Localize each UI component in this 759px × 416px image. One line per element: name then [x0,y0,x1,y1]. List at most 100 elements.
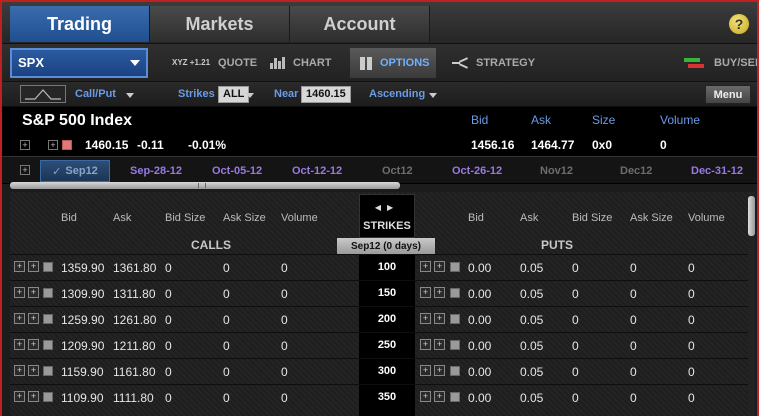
add-icon[interactable]: + [434,261,445,272]
trade-icon[interactable]: + [420,287,431,298]
options-button[interactable]: OPTIONS [350,48,436,78]
sort-dropdown-icon[interactable] [429,93,437,98]
expand-all-icon[interactable]: + [20,165,30,175]
put-ask[interactable]: 0.05 [520,391,543,405]
buy-sell-button[interactable]: BUY/SELL [672,48,757,78]
expiration-tab-active[interactable]: ✓ Sep12 [40,160,110,182]
trade-icon[interactable]: + [14,365,25,376]
add-icon[interactable]: + [48,140,58,150]
trade-icon[interactable]: + [420,261,431,272]
table-row[interactable]: + +1209.90 1211.80 0 0 0 250 + +0.00 0.05 0 0 0 [10,332,752,358]
select-checkbox[interactable] [450,366,460,376]
select-checkbox[interactable] [450,314,460,324]
put-ask[interactable]: 0.05 [520,313,543,327]
call-bid[interactable]: 1159.90 [61,365,104,379]
call-ask-size-header[interactable]: Ask Size [223,212,266,224]
put-bid[interactable]: 0.00 [468,339,491,353]
strikes-select[interactable]: ALL [218,86,250,103]
sort-order-select[interactable]: Ascending [369,88,425,100]
call-put-dropdown-icon[interactable] [126,93,134,98]
select-checkbox[interactable] [450,340,460,350]
put-ask-header[interactable]: Ask [520,212,538,224]
call-bid[interactable]: 1109.90 [61,391,104,405]
horizontal-scrollbar[interactable] [10,182,400,189]
table-row[interactable]: + +1259.90 1261.80 0 0 0 200 + +0.00 0.05 0 0 0 [10,306,752,332]
call-put-filter[interactable]: Call/Put [75,88,116,100]
trade-icon[interactable]: + [14,391,25,402]
add-icon[interactable]: + [28,365,39,376]
add-icon[interactable]: + [434,365,445,376]
call-bid-header[interactable]: Bid [61,212,77,224]
put-bid-size-header[interactable]: Bid Size [572,212,612,224]
table-row[interactable]: + +1359.90 1361.80 0 0 0 100 + +0.00 0.05 0 0 0 [10,254,752,280]
vertical-scrollbar[interactable] [748,192,755,416]
add-icon[interactable]: + [28,261,39,272]
strategy-button[interactable]: STRATEGY [442,48,545,78]
call-ask[interactable]: 1261.80 [113,313,156,327]
put-bid[interactable]: 0.00 [468,287,491,301]
trade-icon[interactable]: + [14,261,25,272]
near-input[interactable]: 1460.15 [301,86,351,103]
select-checkbox[interactable] [43,340,53,350]
put-volume-header[interactable]: Volume [688,212,725,224]
tab-trading[interactable]: Trading [10,6,150,42]
add-icon[interactable]: + [434,339,445,350]
select-checkbox[interactable] [43,314,53,324]
call-ask-header[interactable]: Ask [113,212,131,224]
payoff-graph-icon[interactable] [20,85,66,103]
put-ask[interactable]: 0.05 [520,287,543,301]
scroll-arrows-icon[interactable]: ◀▶ [375,203,399,212]
trade-icon[interactable]: + [420,339,431,350]
call-ask[interactable]: 1161.80 [113,365,156,379]
put-ask[interactable]: 0.05 [520,261,543,275]
symbol-selector[interactable]: SPX [10,48,148,78]
expiration-tab[interactable]: Sep-28-12 [130,165,182,177]
expiration-tab[interactable]: Dec-31-12 [691,165,743,177]
color-swatch-icon[interactable] [62,140,72,150]
put-ask-size-header[interactable]: Ask Size [630,212,673,224]
call-bid[interactable]: 1309.90 [61,287,104,301]
call-bid-size-header[interactable]: Bid Size [165,212,205,224]
trade-icon[interactable]: + [14,339,25,350]
put-bid[interactable]: 0.00 [468,261,491,275]
put-ask[interactable]: 0.05 [520,365,543,379]
trade-icon[interactable]: + [420,391,431,402]
trade-icon[interactable]: + [14,287,25,298]
put-bid[interactable]: 0.00 [468,313,491,327]
call-bid[interactable]: 1359.90 [61,261,104,275]
chart-button[interactable]: CHART [260,48,342,78]
select-checkbox[interactable] [43,262,53,272]
tab-markets[interactable]: Markets [150,6,290,42]
put-bid[interactable]: 0.00 [468,391,491,405]
expiration-tab[interactable]: Dec12 [620,165,652,177]
expiration-tab[interactable]: Nov12 [540,165,573,177]
expiration-tab[interactable]: Oct-12-12 [292,165,342,177]
table-row[interactable]: + +1159.90 1161.80 0 0 0 300 + +0.00 0.05 0 0 0 [10,358,752,384]
call-ask[interactable]: 1361.80 [113,261,156,275]
select-checkbox[interactable] [43,366,53,376]
add-icon[interactable]: + [434,391,445,402]
table-row[interactable]: + +1109.90 1111.80 0 0 0 350 + +0.00 0.05 0 0 0 [10,384,752,410]
select-checkbox[interactable] [450,288,460,298]
add-icon[interactable]: + [28,287,39,298]
select-checkbox[interactable] [43,288,53,298]
call-bid[interactable]: 1259.90 [61,313,104,327]
quote-button[interactable]: XYZ +1.21 QUOTE [162,48,267,78]
select-checkbox[interactable] [450,392,460,402]
put-bid-header[interactable]: Bid [468,212,484,224]
put-ask[interactable]: 0.05 [520,339,543,353]
trade-icon[interactable]: + [14,313,25,324]
strikes-dropdown-icon[interactable] [246,93,254,98]
add-icon[interactable]: + [434,313,445,324]
call-ask[interactable]: 1211.80 [113,339,156,353]
call-volume-header[interactable]: Volume [281,212,318,224]
expiration-tab[interactable]: Oct-05-12 [212,165,262,177]
help-icon[interactable]: ? [729,14,749,34]
add-icon[interactable]: + [28,339,39,350]
expiration-tab[interactable]: Oct12 [382,165,413,177]
call-ask[interactable]: 1111.80 [113,391,154,405]
expiration-tab[interactable]: Oct-26-12 [452,165,502,177]
select-checkbox[interactable] [450,262,460,272]
add-icon[interactable]: + [28,313,39,324]
add-icon[interactable]: + [434,287,445,298]
